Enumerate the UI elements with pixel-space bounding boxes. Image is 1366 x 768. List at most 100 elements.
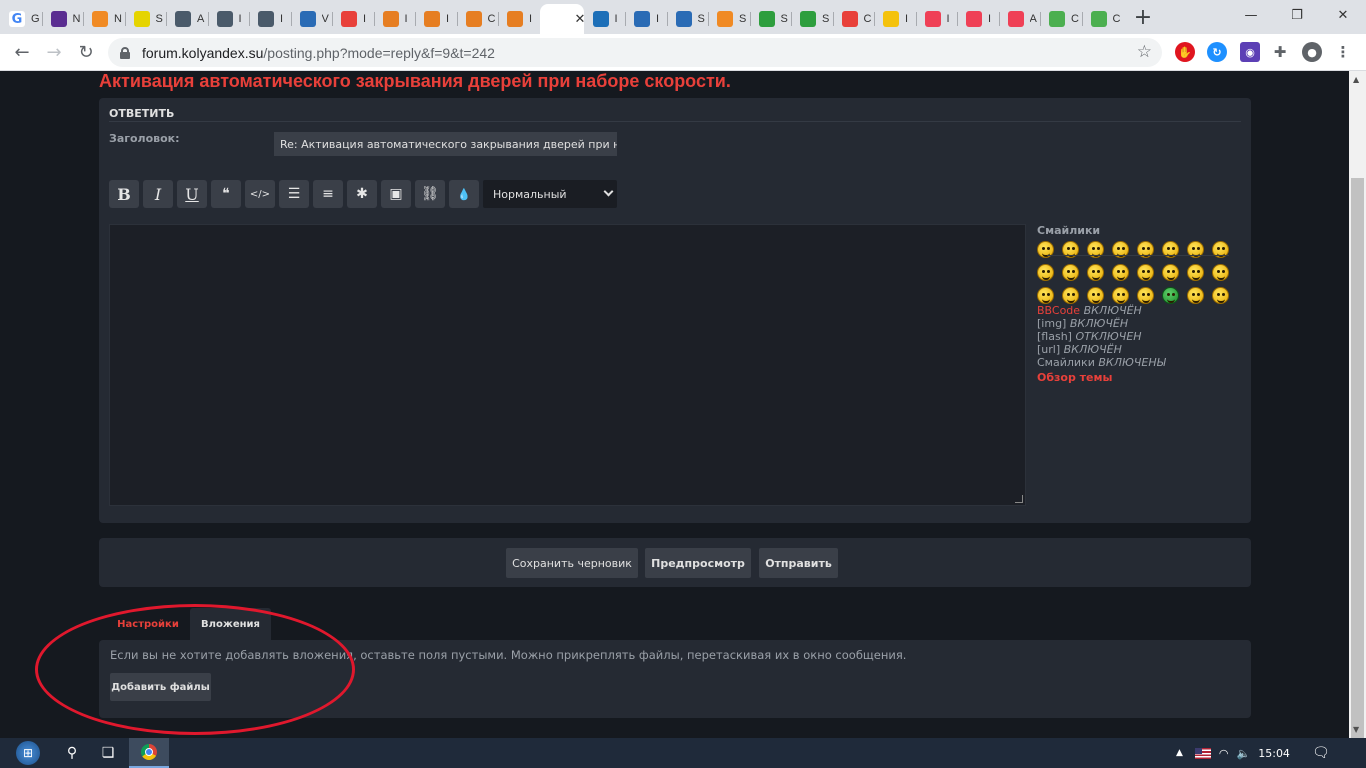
tab-attachments[interactable]: Вложения: [190, 608, 271, 641]
smile-icon[interactable]: [1112, 287, 1129, 304]
close-window-button[interactable]: ✕: [1320, 0, 1366, 30]
back-button[interactable]: ←: [8, 38, 36, 66]
list-item-button[interactable]: ✱: [347, 180, 377, 208]
smile-icon[interactable]: [1087, 287, 1104, 304]
browser-tab[interactable]: M✕: [539, 4, 585, 34]
browser-tab[interactable]: C: [832, 4, 875, 34]
task-view-icon[interactable]: ❏: [88, 738, 128, 768]
browser-tab[interactable]: S: [124, 4, 167, 34]
browser-tab[interactable]: A: [166, 4, 208, 34]
code-button[interactable]: </>: [245, 180, 275, 208]
save-draft-button[interactable]: Сохранить черновик: [506, 548, 638, 578]
message-textarea[interactable]: [109, 224, 1026, 506]
browser-tab[interactable]: A: [998, 4, 1041, 34]
topic-review-link[interactable]: Обзор темы: [1037, 371, 1239, 384]
browser-tab[interactable]: N: [41, 4, 84, 34]
list-button[interactable]: ☰: [279, 180, 309, 208]
font-size-select[interactable]: Нормальный: [483, 180, 617, 208]
add-files-button[interactable]: Добавить файлы: [110, 673, 211, 701]
scroll-up-icon[interactable]: ▲: [1353, 75, 1359, 84]
browser-tab[interactable]: GG: [0, 4, 42, 34]
browser-tab[interactable]: I: [625, 4, 667, 34]
new-tab-button[interactable]: +: [1129, 3, 1157, 31]
smile-icon[interactable]: [1187, 287, 1204, 304]
browser-tab[interactable]: S: [666, 4, 709, 34]
page-scrollbar[interactable]: ▲ ▼: [1349, 71, 1366, 738]
browser-tab[interactable]: V: [290, 4, 333, 34]
smile-icon[interactable]: [1037, 287, 1054, 304]
vpn-extension-icon[interactable]: ◉: [1240, 42, 1260, 62]
italic-button[interactable]: I: [143, 180, 173, 208]
browser-tab[interactable]: S: [708, 4, 750, 34]
browser-tab[interactable]: I: [332, 4, 374, 34]
preview-button[interactable]: Предпросмотр: [645, 548, 751, 578]
numbered-list-button[interactable]: ≡: [313, 180, 343, 208]
quote-button[interactable]: ❝: [211, 180, 241, 208]
windows-start-icon[interactable]: ⊞: [8, 738, 48, 768]
bookmark-star-icon[interactable]: ☆: [1137, 42, 1152, 62]
smile-icon[interactable]: [1187, 264, 1204, 281]
smile-icon[interactable]: [1212, 264, 1229, 281]
forward-button[interactable]: →: [40, 38, 68, 66]
search-icon[interactable]: ⚲: [52, 738, 92, 768]
smile-icon[interactable]: [1087, 264, 1104, 281]
chrome-icon: [141, 744, 157, 760]
smile-icon[interactable]: [1062, 264, 1079, 281]
browser-tab[interactable]: S: [749, 4, 792, 34]
smile-icon[interactable]: [1137, 287, 1154, 304]
browser-tab[interactable]: I: [373, 4, 416, 34]
smile-icon[interactable]: [1162, 264, 1179, 281]
underline-button[interactable]: U: [177, 180, 207, 208]
browser-tab[interactable]: N: [83, 4, 125, 34]
address-bar[interactable]: forum.kolyandex.su/posting.php?mode=repl…: [108, 38, 1162, 67]
subject-input[interactable]: Re: Активация автоматического закрывания…: [274, 132, 617, 156]
gear-icon: [258, 11, 274, 27]
browser-tab[interactable]: C: [1081, 4, 1124, 34]
profile-avatar-icon[interactable]: ●: [1302, 42, 1322, 62]
browser-tab[interactable]: I: [207, 4, 250, 34]
extensions-puzzle-icon[interactable]: ✚: [1270, 42, 1290, 62]
browser-tab[interactable]: C: [1040, 4, 1082, 34]
smile-icon[interactable]: [1112, 264, 1129, 281]
link-button[interactable]: ⛓: [415, 180, 445, 208]
tray-chevron-icon[interactable]: ▲: [1176, 748, 1183, 758]
minimize-button[interactable]: —: [1228, 0, 1274, 30]
resize-grip[interactable]: [1015, 495, 1023, 503]
grid-icon: [675, 11, 692, 27]
green-smile-icon[interactable]: [1162, 287, 1179, 304]
scroll-down-icon[interactable]: ▼: [1353, 725, 1359, 734]
menu-kebab-icon[interactable]: ⋮: [1333, 42, 1353, 62]
bbcode-link[interactable]: BBCode: [1037, 304, 1080, 317]
url-path: /posting.php?mode=reply&f=9&t=242: [263, 44, 495, 61]
browser-tab[interactable]: S: [791, 4, 833, 34]
clock[interactable]: 15:04: [1258, 747, 1290, 760]
adblock-icon[interactable]: ✋: [1175, 42, 1195, 62]
browser-tab[interactable]: I: [874, 4, 916, 34]
bold-button[interactable]: B: [109, 180, 139, 208]
smile-icon[interactable]: [1062, 287, 1079, 304]
color-button[interactable]: 💧: [449, 180, 479, 208]
language-flag-icon[interactable]: [1194, 747, 1211, 759]
browser-tab[interactable]: I: [415, 4, 457, 34]
browser-tab[interactable]: I: [498, 4, 540, 34]
submit-button[interactable]: Отправить: [759, 548, 838, 578]
volume-icon[interactable]: 🔈: [1237, 747, 1251, 760]
tab-settings[interactable]: Настройки: [106, 608, 190, 641]
scrollbar-thumb[interactable]: [1351, 178, 1364, 738]
reload-button[interactable]: ↻: [72, 38, 100, 66]
browser-tab[interactable]: I: [957, 4, 999, 34]
browser-tab[interactable]: I: [915, 4, 958, 34]
smile-icon[interactable]: [1137, 264, 1154, 281]
sync-extension-icon[interactable]: ↻: [1207, 42, 1227, 62]
maximize-button[interactable]: ❐: [1274, 0, 1320, 30]
browser-tab[interactable]: I: [249, 4, 291, 34]
smile-icon[interactable]: [1212, 287, 1229, 304]
notifications-icon[interactable]: 🗨: [1312, 745, 1330, 761]
smile-icon[interactable]: [1037, 264, 1054, 281]
network-icon[interactable]: ◠: [1219, 747, 1229, 760]
yellow-c-icon: [133, 11, 150, 27]
browser-tab[interactable]: C: [456, 4, 499, 34]
image-button[interactable]: ▣: [381, 180, 411, 208]
browser-tab[interactable]: I: [584, 4, 626, 34]
taskbar-chrome-button[interactable]: [129, 738, 169, 768]
